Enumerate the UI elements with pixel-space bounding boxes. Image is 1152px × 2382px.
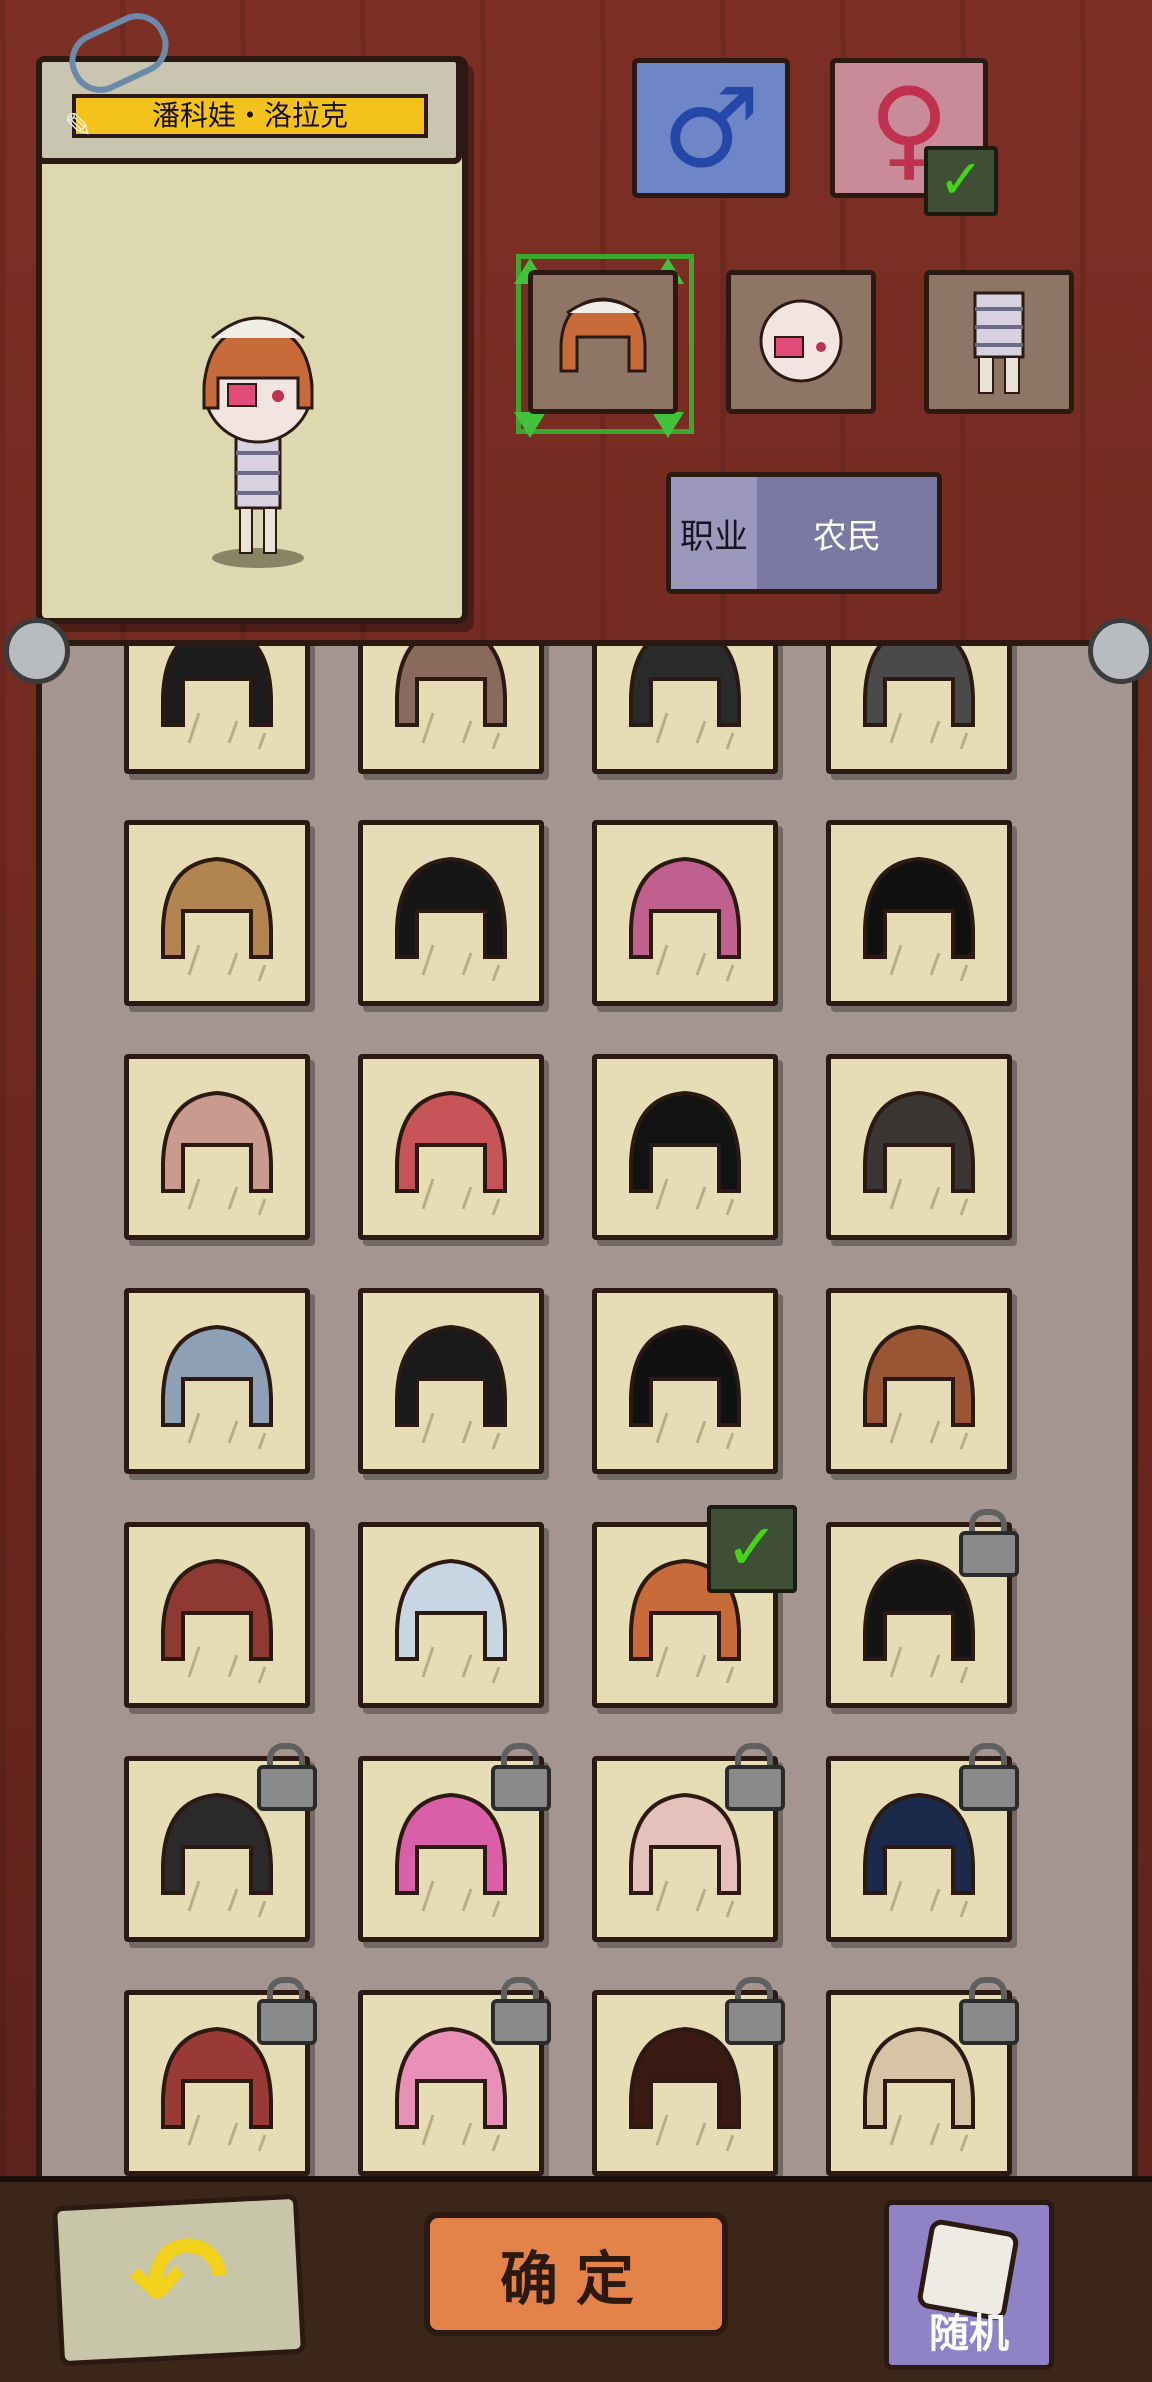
hair-icon (161, 1558, 273, 1684)
hair-item-tile[interactable] (358, 1288, 544, 1474)
hair-item-tile[interactable] (592, 1054, 778, 1240)
hair-item-tile[interactable] (826, 1288, 1012, 1474)
lock-icon (725, 1743, 785, 1811)
random-label: 随机 (929, 2311, 1009, 2357)
occupation-value: 农民 (813, 516, 881, 557)
character-card: 潘科娃・洛拉克 ✎ (36, 3, 468, 624)
occupation-label: 职业 (671, 477, 757, 589)
pin-icon (1088, 618, 1152, 684)
hair-icon (863, 1090, 975, 1216)
random-button[interactable]: 随机 (884, 2200, 1054, 2370)
hair-item-tile[interactable] (358, 1522, 544, 1708)
character-preview (202, 316, 314, 568)
hair-item-tile[interactable] (124, 1522, 310, 1708)
hair-item-board[interactable]: ✓ (36, 640, 1138, 2186)
occupation-selector[interactable]: 职业 农民 (666, 472, 942, 594)
hair-icon (395, 1558, 507, 1684)
hair-item-tile[interactable] (592, 646, 778, 774)
hair-item-tile[interactable] (826, 1509, 1019, 1708)
hair-item-tile[interactable] (358, 646, 544, 774)
hair-item-tile[interactable] (826, 1977, 1019, 2176)
hair-icon (559, 297, 647, 373)
hair-icon (395, 646, 507, 750)
hair-icon (629, 646, 741, 750)
hair-icon (863, 646, 975, 750)
lock-icon (491, 1977, 551, 2045)
feather-icon: ✎ (64, 106, 93, 146)
character-name[interactable]: 潘科娃・洛拉克 (72, 94, 428, 138)
hair-item-tile[interactable] (124, 646, 310, 774)
confirm-button[interactable]: 确定 (424, 2212, 728, 2336)
male-button[interactable]: ♂ (632, 58, 790, 198)
undo-arrow-icon: ↶ (125, 2207, 233, 2353)
lock-icon (959, 1743, 1019, 1811)
corner-arrow-icon (652, 412, 684, 438)
category-tab-face[interactable] (726, 270, 876, 414)
hair-item-tile[interactable] (124, 820, 310, 1006)
hair-icon (161, 1324, 273, 1450)
hair-item-tile[interactable] (826, 1054, 1012, 1240)
lock-icon (491, 1743, 551, 1811)
hair-icon (629, 1324, 741, 1450)
lock-icon (959, 1509, 1019, 1577)
lock-icon (959, 1977, 1019, 2045)
checkmark-icon: ✓ (707, 1505, 797, 1593)
hair-icon (395, 1324, 507, 1450)
hair-item-tile[interactable] (592, 1743, 785, 1942)
hair-item-tile[interactable] (358, 1743, 551, 1942)
category-tab-hair[interactable] (528, 270, 678, 414)
lock-icon (257, 1977, 317, 2045)
back-button[interactable]: ↶ (51, 2193, 307, 2367)
hair-icon (863, 1324, 975, 1450)
hair-icon (863, 856, 975, 982)
hair-icon (161, 646, 273, 750)
hair-item-tile[interactable]: ✓ (592, 1505, 797, 1708)
category-tab-outfit[interactable] (924, 270, 1074, 414)
male-symbol-icon: ♂ (661, 64, 761, 192)
hair-item-tile[interactable] (826, 820, 1012, 1006)
hair-icon (629, 1090, 741, 1216)
lock-icon (257, 1743, 317, 1811)
outfit-icon (973, 291, 1025, 394)
lock-icon (725, 1977, 785, 2045)
hair-item-tile[interactable] (358, 1977, 551, 2176)
pin-icon (4, 618, 70, 684)
hair-item-tile[interactable] (124, 1288, 310, 1474)
hair-icon (161, 1090, 273, 1216)
hair-item-tile[interactable] (358, 1054, 544, 1240)
hair-icon (395, 856, 507, 982)
hair-item-tile[interactable] (124, 1054, 310, 1240)
hair-item-tile[interactable] (592, 1977, 785, 2176)
hair-item-tile[interactable] (826, 1743, 1019, 1942)
corner-arrow-icon (514, 412, 546, 438)
hair-item-tile[interactable] (592, 1288, 778, 1474)
hair-icon (395, 1090, 507, 1216)
hair-icon (161, 856, 273, 982)
checkmark-icon: ✓ (924, 146, 998, 216)
hair-item-tile[interactable] (826, 646, 1012, 774)
face-icon (759, 299, 843, 383)
hair-item-tile[interactable] (124, 1743, 317, 1942)
hair-icon (629, 856, 741, 982)
hair-item-tile[interactable] (592, 820, 778, 1006)
hair-item-tile[interactable] (358, 820, 544, 1006)
hair-item-tile[interactable] (124, 1977, 317, 2176)
